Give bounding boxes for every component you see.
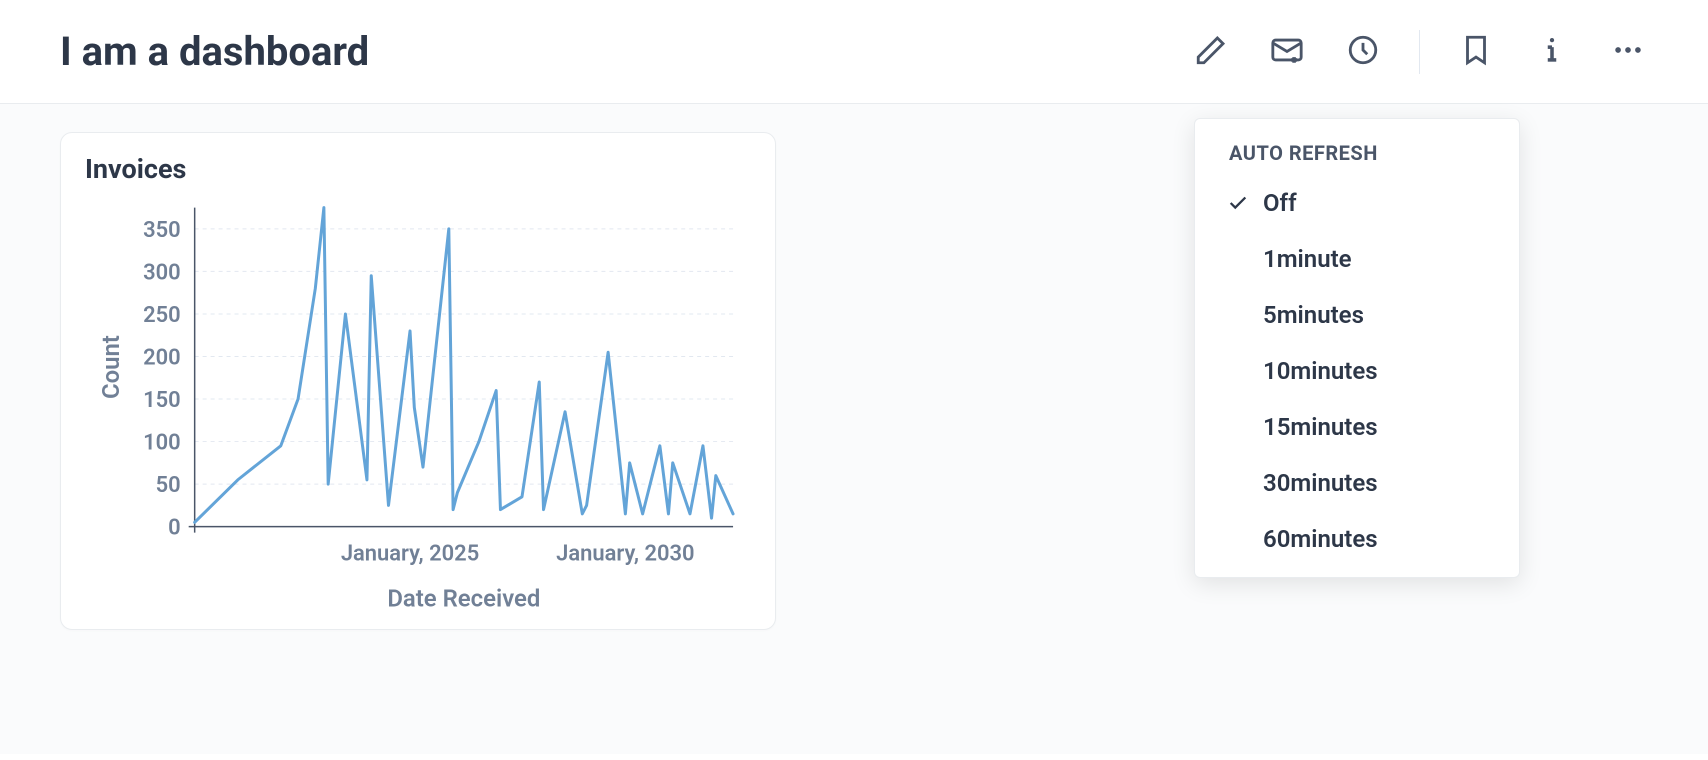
check-icon [1225,302,1251,328]
info-icon [1535,33,1569,71]
chart-line [195,208,733,523]
check-icon [1225,414,1251,440]
dropdown-item-label: 1minute [1263,245,1352,273]
y-tick-label: 50 [156,473,181,498]
more-button[interactable] [1608,32,1648,72]
check-icon [1225,526,1251,552]
dropdown-item-30minutes[interactable]: 30minutes [1195,455,1519,511]
dropdown-item-1minute[interactable]: 1minute [1195,231,1519,287]
dropdown-item-label: 60minutes [1263,525,1378,553]
chart-title: Invoices [85,153,751,185]
dropdown-item-label: Off [1263,189,1297,217]
dropdown-item-10minutes[interactable]: 10minutes [1195,343,1519,399]
bookmark-button[interactable] [1456,32,1496,72]
y-tick-label: 350 [143,218,181,243]
header: I am a dashboard [0,0,1708,104]
toolbar [1191,30,1648,74]
page-title: I am a dashboard [60,28,369,75]
chart-card: Invoices 0 50 100 150 200 250 300 350 January, 2… [60,132,776,630]
dropdown-item-label: 15minutes [1263,413,1378,441]
auto-refresh-dropdown: AUTO REFRESH Off 1minute 5minutes 10minutes… [1194,118,1520,578]
y-tick-label: 300 [143,260,181,285]
check-icon [1225,358,1251,384]
y-tick-label: 200 [143,345,181,370]
edit-button[interactable] [1191,32,1231,72]
x-axis-label: Date Received [387,584,540,612]
dropdown-item-label: 10minutes [1263,357,1378,385]
dropdown-item-60minutes[interactable]: 60minutes [1195,511,1519,567]
dropdown-header: AUTO REFRESH [1195,141,1519,175]
check-icon [1225,246,1251,272]
chart: 0 50 100 150 200 250 300 350 January, 2025 Januar… [85,197,751,617]
y-axis-label: Count [97,335,125,399]
check-icon [1225,190,1251,216]
mail-plus-icon [1270,33,1304,71]
dropdown-item-5minutes[interactable]: 5minutes [1195,287,1519,343]
bookmark-icon [1459,33,1493,71]
info-button[interactable] [1532,32,1572,72]
refresh-button[interactable] [1343,32,1383,72]
dropdown-item-15minutes[interactable]: 15minutes [1195,399,1519,455]
dropdown-item-label: 30minutes [1263,469,1378,497]
check-icon [1225,470,1251,496]
dropdown-item-off[interactable]: Off [1195,175,1519,231]
ellipsis-icon [1611,33,1645,71]
y-tick-label: 100 [143,431,181,456]
y-tick-label: 150 [143,388,181,413]
pencil-icon [1194,33,1228,71]
y-tick-label: 0 [168,516,181,541]
y-tick-label: 250 [143,303,181,328]
dropdown-item-label: 5minutes [1263,301,1364,329]
clock-icon [1346,33,1380,71]
x-tick-label: January, 2025 [341,542,479,567]
x-tick-label: January, 2030 [556,542,694,567]
subscribe-button[interactable] [1267,32,1307,72]
toolbar-divider [1419,30,1420,74]
